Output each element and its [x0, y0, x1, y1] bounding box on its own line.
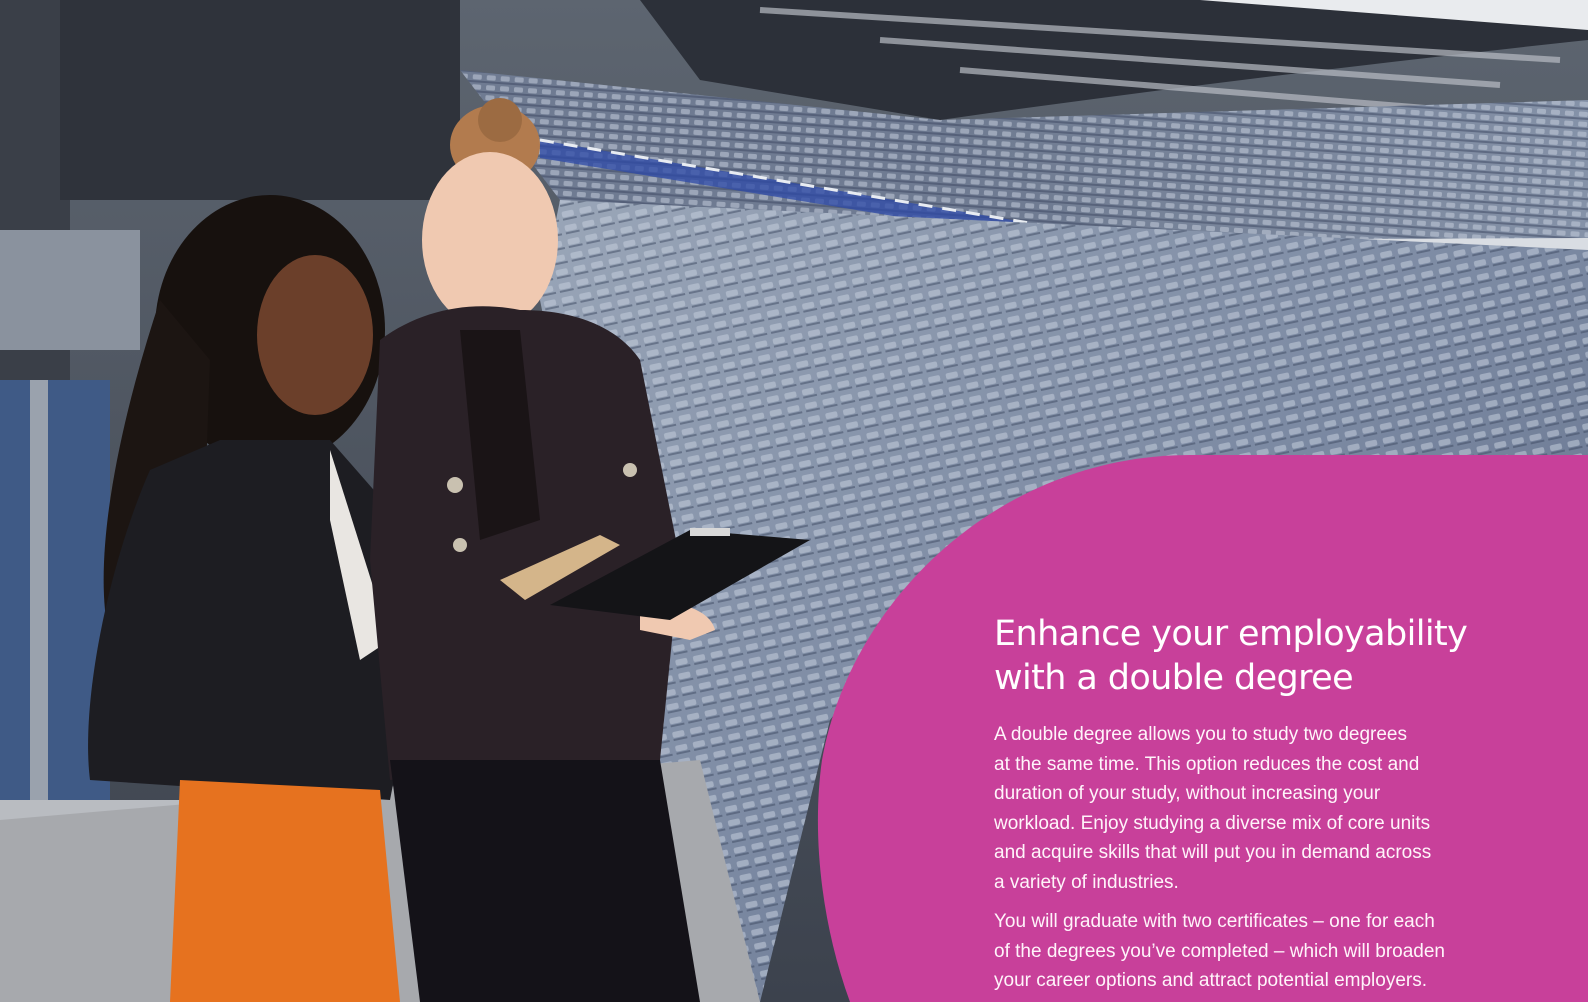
paragraph-line: A double degree allows you to study two …	[994, 724, 1407, 745]
paragraph-line: and acquire skills that will put you in …	[994, 842, 1432, 863]
paragraph-line: at the same time. This option reduces th…	[994, 753, 1420, 775]
double-degree-section: Enhance your employability with a double…	[994, 612, 1514, 1002]
paragraph-line: of the degrees you’ve completed – which …	[994, 940, 1445, 962]
section-heading: Enhance your employability with a double…	[994, 612, 1514, 700]
paragraph-line: your career options and attract potentia…	[994, 970, 1428, 991]
intro-paragraph: A double degree allows you to study two …	[994, 720, 1514, 897]
paragraph-line: You will graduate with two certificates …	[994, 911, 1435, 932]
brochure-page: Enhance your employability with a double…	[0, 0, 1588, 1002]
paragraph-line: duration of your study, without increasi…	[994, 783, 1381, 804]
heading-line: with a double degree	[994, 658, 1354, 698]
paragraph-line: a variety of industries.	[994, 871, 1179, 893]
paragraph-line: workload. Enjoy studying a diverse mix o…	[994, 812, 1431, 834]
certificates-paragraph: You will graduate with two certificates …	[994, 907, 1514, 996]
heading-line: Enhance your employability	[994, 614, 1468, 654]
